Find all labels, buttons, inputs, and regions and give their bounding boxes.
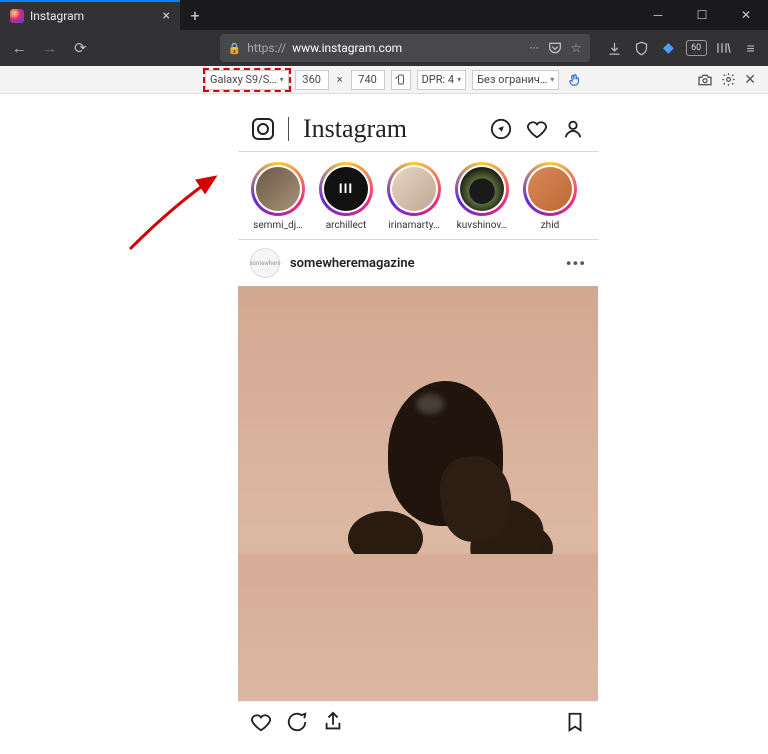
dpr-select[interactable]: DPR: 4 ▾ [417,70,467,90]
downloads-icon[interactable] [606,38,625,58]
extension-diamond-icon[interactable]: ◆ [659,38,678,58]
annotation-arrow [120,169,240,259]
back-button[interactable]: ← [8,36,31,60]
viewport-height-input[interactable]: 740 [351,70,385,90]
instagram-logo[interactable]: Instagram [303,114,407,144]
instagram-header: Instagram [238,106,598,152]
story-item[interactable]: zhid [522,162,578,231]
tab-close-button[interactable]: × [163,8,170,24]
new-tab-button[interactable]: + [180,0,210,30]
story-label: archillect [326,220,367,231]
post-image[interactable] [238,286,598,701]
story-item[interactable]: kuvshinov… [454,162,510,231]
chevron-down-icon: ▾ [457,75,461,84]
story-item[interactable]: semmi_dj… [250,162,306,231]
bookmark-star-icon[interactable]: ☆ [571,41,582,55]
profile-icon[interactable] [562,118,584,140]
rotate-orientation-button[interactable] [391,70,411,90]
settings-gear-icon[interactable] [721,72,736,87]
reload-button[interactable]: ⟳ [69,36,92,60]
dimension-separator: × [335,73,345,86]
throttling-select[interactable]: Без огранич… ▾ [472,70,559,90]
like-heart-icon[interactable] [250,711,272,733]
device-select-value: Galaxy S9/S… [210,73,277,86]
reader-pocket-icon[interactable] [547,40,563,56]
device-select[interactable]: Galaxy S9/S… ▾ [205,70,289,90]
post-more-button[interactable]: ••• [566,254,586,273]
touch-simulation-button[interactable] [565,70,585,90]
story-avatar [460,167,504,211]
browser-tab[interactable]: Instagram × [0,0,180,30]
url-scheme: https:// [247,41,286,55]
device-viewport: Instagram semmi_dj… III archillect [238,106,598,741]
story-avatar [528,167,572,211]
menu-icon[interactable]: ≡ [741,38,760,58]
story-item[interactable]: irinamarty… [386,162,442,231]
viewport-width-input[interactable]: 360 [295,70,329,90]
post-author-avatar[interactable]: somewhere [250,248,280,278]
chevron-down-icon: ▾ [280,75,284,84]
story-avatar [256,167,300,211]
story-avatar: III [324,167,368,211]
content-stage: Instagram semmi_dj… III archillect [0,94,768,754]
story-label: kuvshinov… [457,220,508,231]
divider [288,117,289,141]
minimize-button[interactable]: ─ [636,0,680,30]
close-window-button[interactable]: ✕ [724,0,768,30]
shield-icon[interactable] [632,38,651,58]
explore-compass-icon[interactable] [490,118,512,140]
chevron-down-icon: ▾ [550,75,554,84]
camera-icon[interactable] [252,118,274,140]
throttling-value: Без огранич… [477,73,547,86]
tab-favicon [10,9,24,23]
post-header: somewhere somewheremagazine ••• [238,240,598,286]
story-item[interactable]: III archillect [318,162,374,231]
story-label: irinamarty… [388,220,439,231]
activity-heart-icon[interactable] [526,118,548,140]
maximize-button[interactable]: ☐ [680,0,724,30]
story-avatar [392,167,436,211]
browser-toolbar: ← → ⟳ 🔒 https://www.instagram.com ··· ☆ … [0,30,768,66]
close-responsive-mode-button[interactable]: ✕ [744,72,756,88]
comment-icon[interactable] [286,711,308,733]
library-icon[interactable] [715,38,734,58]
url-domain: www.instagram.com [292,41,402,55]
stories-tray[interactable]: semmi_dj… III archillect irinamarty… kuv… [238,152,598,240]
feed-post: somewhere somewheremagazine ••• [238,240,598,741]
post-author-username[interactable]: somewheremagazine [290,256,415,271]
screenshot-button[interactable] [697,73,713,87]
tab-title: Instagram [30,9,84,23]
lock-icon: 🔒 [228,42,242,55]
dpr-value: DPR: 4 [422,73,455,86]
url-input[interactable]: 🔒 https:// www.instagram.com ··· ☆ [220,34,590,62]
forward-button[interactable]: → [39,36,62,60]
window-titlebar: Instagram × + ─ ☐ ✕ [0,0,768,30]
story-label: zhid [541,220,560,231]
share-icon[interactable] [322,711,344,733]
adblock-badge[interactable]: 60 [686,40,707,56]
post-action-bar [238,701,598,741]
responsive-design-toolbar: Galaxy S9/S… ▾ 360 × 740 DPR: 4 ▾ Без ог… [0,66,768,94]
story-label: semmi_dj… [253,220,303,231]
bookmark-icon[interactable] [564,711,586,733]
page-actions-ellipsis[interactable]: ··· [529,41,538,55]
window-controls: ─ ☐ ✕ [636,0,768,30]
